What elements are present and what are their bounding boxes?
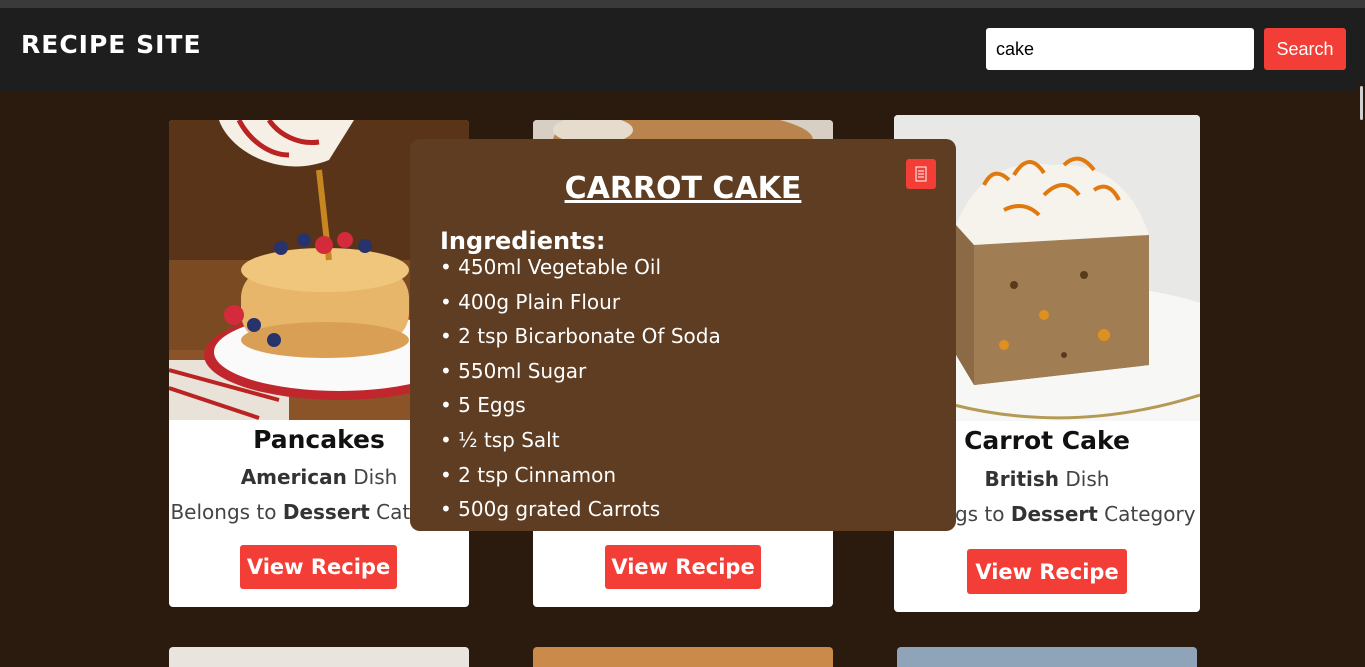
view-recipe-button[interactable]: View Recipe [240, 545, 397, 589]
ingredient-item: 2 tsp Bicarbonate Of Soda [440, 322, 721, 357]
site-title: RECIPE SITE [21, 30, 202, 59]
area-name: British [984, 467, 1060, 491]
recipe-card-partial [169, 647, 469, 667]
category-name: Dessert [1010, 502, 1098, 526]
area-suffix: Dish [346, 465, 398, 489]
area-name: American [240, 465, 347, 489]
ingredient-item: 550ml Sugar [440, 357, 721, 392]
ingredients-list: 450ml Vegetable Oil 400g Plain Flour 2 t… [440, 253, 721, 530]
scrollbar-thumb[interactable] [1360, 86, 1363, 120]
category-suffix: Category [1097, 502, 1196, 526]
ingredients-heading: Ingredients: [440, 227, 606, 255]
ingredient-item: 2 tsp Cinnamon [440, 461, 721, 496]
recipe-card-partial [533, 647, 833, 667]
category-name: Dessert [282, 500, 370, 524]
recipe-card-partial [897, 647, 1197, 667]
ingredient-item: 400g Plain Flour [440, 288, 721, 323]
search-button[interactable]: Search [1264, 28, 1346, 70]
browser-top-strip [0, 0, 1365, 8]
page-scrollbar[interactable] [1357, 84, 1365, 662]
modal-title: CARROT CAKE [564, 171, 802, 206]
view-recipe-button[interactable]: View Recipe [967, 549, 1127, 594]
category-prefix: Belongs to [170, 500, 283, 524]
area-suffix: Dish [1059, 467, 1110, 491]
close-icon [906, 159, 936, 189]
ingredient-item: 500g grated Carrots [440, 495, 721, 530]
site-header: RECIPE SITE Search [0, 8, 1365, 91]
ingredient-item: 5 Eggs [440, 391, 721, 426]
search-input[interactable] [986, 28, 1254, 70]
close-button[interactable] [906, 159, 936, 189]
ingredient-item: ½ tsp Salt [440, 426, 721, 461]
view-recipe-button[interactable]: View Recipe [605, 545, 761, 589]
recipe-modal: CARROT CAKE Ingredients: 450ml Vegetable… [410, 139, 956, 531]
ingredient-item: 450ml Vegetable Oil [440, 253, 721, 288]
